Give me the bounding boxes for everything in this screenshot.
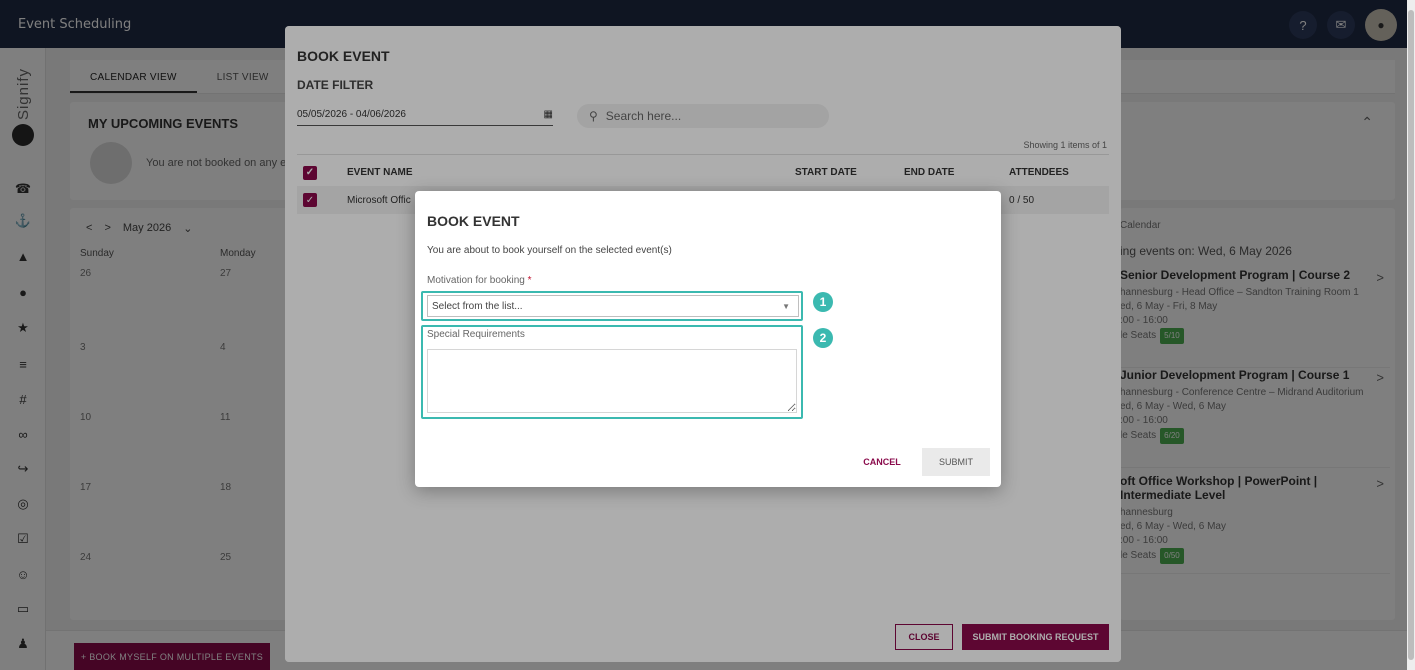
confirm-booking-dialog: BOOK EVENT You are about to book yoursel… [415,191,1001,487]
confirm-dialog-title: BOOK EVENT [427,213,520,229]
dropdown-arrow-icon: ▼ [782,302,790,311]
page-scrollbar[interactable] [1407,0,1415,670]
step-badge-2: 2 [813,328,833,348]
submit-button[interactable]: SUBMIT [922,448,990,476]
cancel-button[interactable]: CANCEL [857,449,907,475]
special-requirements-label: Special Requirements [427,329,525,340]
motivation-select[interactable]: Select from the list... ▼ [427,295,799,317]
motivation-select-value: Select from the list... [432,300,523,312]
motivation-label-text: Motivation for booking [427,275,525,286]
scrollbar-thumb[interactable] [1408,10,1414,660]
motivation-label: Motivation for booking * [427,275,532,286]
required-marker: * [527,275,532,286]
confirm-dialog-description: You are about to book yourself on the se… [427,245,672,256]
step-badge-1: 1 [813,292,833,312]
special-requirements-textarea[interactable] [427,349,797,413]
